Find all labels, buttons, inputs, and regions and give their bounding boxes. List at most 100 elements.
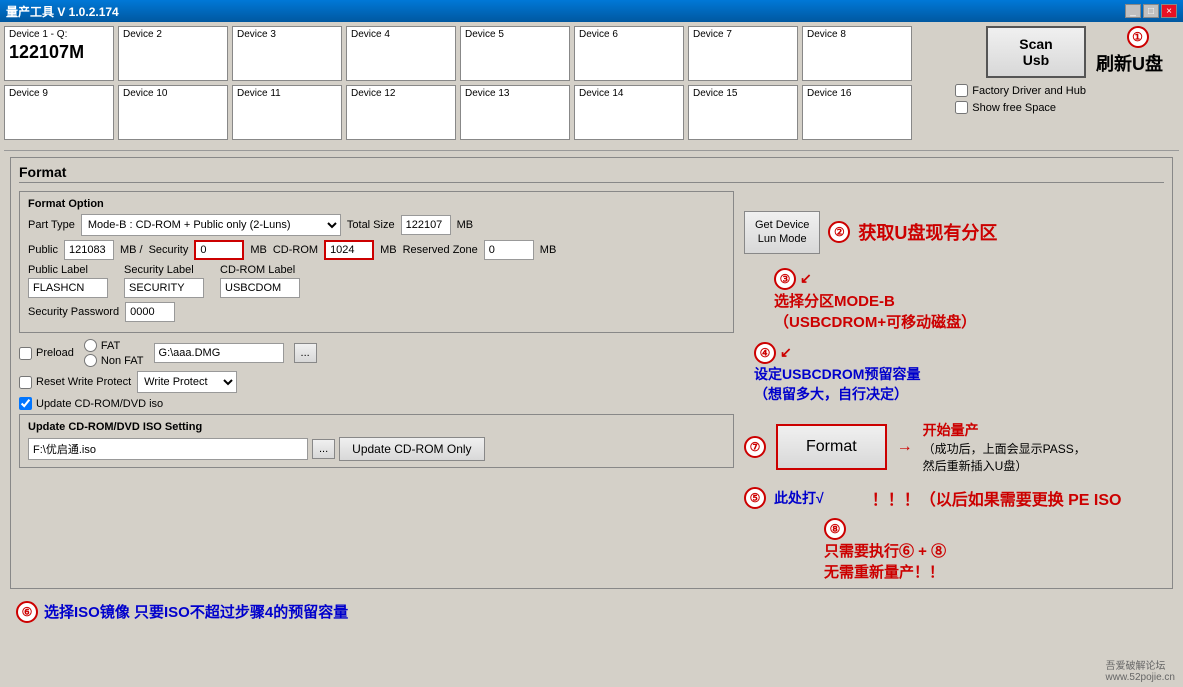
preload-checkbox[interactable] (19, 347, 32, 360)
device-10[interactable]: Device 10 (118, 85, 228, 140)
scan-refresh-area: Scan Usb Factory Driver and Hub Show fre… (955, 26, 1179, 114)
device-15[interactable]: Device 15 (688, 85, 798, 140)
watermark: 吾爱破解论坛www.52pojie.cn (1106, 657, 1175, 683)
get-device-row: Get DeviceLun Mode ② 获取U盘现有分区 (744, 211, 1164, 254)
device-4[interactable]: Device 4 (346, 26, 456, 81)
reset-write-protect-checkbox[interactable] (19, 376, 32, 389)
annotation-4-block: ④ ↙ 设定USBCDROM预留容量 （想留多大，自行决定） (754, 342, 1164, 404)
public-input[interactable] (64, 240, 114, 260)
format-section: Format Format Option Part Type Mode-B : … (10, 157, 1173, 589)
cdrom-label: CD-ROM (273, 244, 318, 256)
device-11[interactable]: Device 11 (232, 85, 342, 140)
part-type-label: Part Type (28, 219, 75, 231)
bottom-annotation: ⑥ 选择ISO镜像 只要ISO不超过步骤4的预留容量 (4, 593, 1179, 631)
device-2[interactable]: Device 2 (118, 26, 228, 81)
format-option-label: Format Option (28, 198, 725, 210)
reserved-zone-input[interactable] (484, 240, 534, 260)
public-mb: MB / (120, 244, 143, 256)
non-fat-label: Non FAT (101, 355, 144, 367)
total-size-input[interactable] (401, 215, 451, 235)
preload-label: Preload (36, 347, 74, 359)
annotation-3-sub: （USBCDROM+可移动磁盘） (774, 311, 1164, 332)
device-14[interactable]: Device 14 (574, 85, 684, 140)
factory-driver-checkbox-row[interactable]: Factory Driver and Hub (955, 84, 1086, 97)
device-1-label: Device 1 - Q: (9, 29, 109, 40)
device-11-label: Device 11 (237, 88, 337, 99)
annotation-7-sub: （成功后，上面会显示PASS， (923, 440, 1086, 457)
device-16[interactable]: Device 16 (802, 85, 912, 140)
preload-checkbox-label[interactable]: Preload (19, 347, 74, 360)
device-12[interactable]: Device 12 (346, 85, 456, 140)
device-6-label: Device 6 (579, 29, 679, 40)
device-7[interactable]: Device 7 (688, 26, 798, 81)
factory-driver-checkbox[interactable] (955, 84, 968, 97)
iso-browse-button[interactable]: ... (312, 439, 335, 459)
show-free-space-checkbox[interactable] (955, 101, 968, 114)
non-fat-radio[interactable] (84, 354, 97, 367)
format-button[interactable]: Format (776, 424, 887, 470)
update-cdrom-row: Update CD-ROM/DVD iso (19, 397, 734, 410)
device-1[interactable]: Device 1 - Q: 122107M (4, 26, 114, 81)
format-option-group: Format Option Part Type Mode-B : CD-ROM … (19, 191, 734, 333)
preload-row: Preload FAT Non FAT ... (19, 339, 734, 367)
annotation-8-sub: 只需要执行⑥ + ⑧ (824, 543, 946, 560)
update-cdrom-checkbox[interactable] (19, 397, 32, 410)
device-5[interactable]: Device 5 (460, 26, 570, 81)
show-free-space-checkbox-row[interactable]: Show free Space (955, 101, 1086, 114)
device-3[interactable]: Device 3 (232, 26, 342, 81)
public-label-label: Public Label (28, 264, 108, 276)
divider-1 (4, 150, 1179, 151)
fat-radio[interactable] (84, 339, 97, 352)
refresh-label: 刷新U盘 (1096, 50, 1163, 76)
iso-path-input[interactable] (28, 438, 308, 460)
security-label-input[interactable] (124, 278, 204, 298)
security-label: Security (149, 244, 189, 256)
device-9[interactable]: Device 9 (4, 85, 114, 140)
device-6[interactable]: Device 6 (574, 26, 684, 81)
write-protect-select[interactable]: Write Protect (137, 371, 237, 393)
refresh-block: ① 刷新U盘 (1096, 26, 1179, 76)
labels-row: Public Label Security Label CD-ROM Label (28, 264, 725, 298)
device-8[interactable]: Device 8 (802, 26, 912, 81)
annotation-8-sub2: 无需重新量产！！ (824, 564, 944, 581)
show-free-space-label: Show free Space (972, 102, 1056, 114)
annotation-circle-2: ② (828, 221, 850, 243)
cdrom-input[interactable] (324, 240, 374, 260)
annotation-3-block: ③ ↙ 选择分区MODE-B （USBCDROM+可移动磁盘） (774, 268, 1164, 332)
devices-left: Device 1 - Q: 122107M Device 2 Device 3 … (4, 26, 951, 144)
iso-path-row: ... Update CD-ROM Only (28, 437, 725, 461)
minimize-button[interactable]: _ (1125, 4, 1141, 18)
device-8-label: Device 8 (807, 29, 907, 40)
annotation-3-label: 选择分区MODE-B (774, 290, 1164, 311)
maximize-button[interactable]: □ (1143, 4, 1159, 18)
annotation-8-header: ！！！（以后如果需要更换 PE ISO (872, 486, 1122, 510)
preload-browse-button[interactable]: ... (294, 343, 317, 363)
sizes-row: Public MB / Security MB CD-ROM MB Reserv… (28, 240, 725, 260)
get-device-button[interactable]: Get DeviceLun Mode (744, 211, 820, 254)
title-bar: 量产工具 V 1.0.2.174 _ □ × (0, 0, 1183, 22)
iso-section: Update CD-ROM/DVD ISO Setting ... Update… (19, 414, 734, 468)
close-button[interactable]: × (1161, 4, 1177, 18)
annotation-circle-7: ⑦ (744, 436, 766, 458)
security-password-label: Security Password (28, 306, 119, 318)
cdrom-label-input[interactable] (220, 278, 300, 298)
device-13[interactable]: Device 13 (460, 85, 570, 140)
annotation-circle-4: ④ (754, 342, 776, 364)
reserved-zone-label: Reserved Zone (403, 244, 478, 256)
part-type-select[interactable]: Mode-B : CD-ROM + Public only (2-Luns) (81, 214, 341, 236)
security-password-input[interactable] (125, 302, 175, 322)
security-input[interactable] (194, 240, 244, 260)
update-cd-button[interactable]: Update CD-ROM Only (339, 437, 484, 461)
annotation-4-sub: （想留多大，自行决定） (754, 384, 1164, 404)
annotation-7-sub2: 然后重新插入U盘） (923, 457, 1086, 474)
scan-usb-button[interactable]: Scan Usb (986, 26, 1086, 78)
annotation-6-label: 选择ISO镜像 只要ISO不超过步骤4的预留容量 (44, 601, 348, 622)
annotation-circle-5: ⑤ (744, 487, 766, 509)
window-controls: _ □ × (1125, 4, 1177, 18)
device-10-label: Device 10 (123, 88, 223, 99)
device-3-label: Device 3 (237, 29, 337, 40)
preload-path-input[interactable] (154, 343, 284, 363)
device-row-1: Device 1 - Q: 122107M Device 2 Device 3 … (4, 26, 951, 81)
public-label-input[interactable] (28, 278, 108, 298)
annotation-circle-6-bottom: ⑥ (16, 601, 38, 623)
